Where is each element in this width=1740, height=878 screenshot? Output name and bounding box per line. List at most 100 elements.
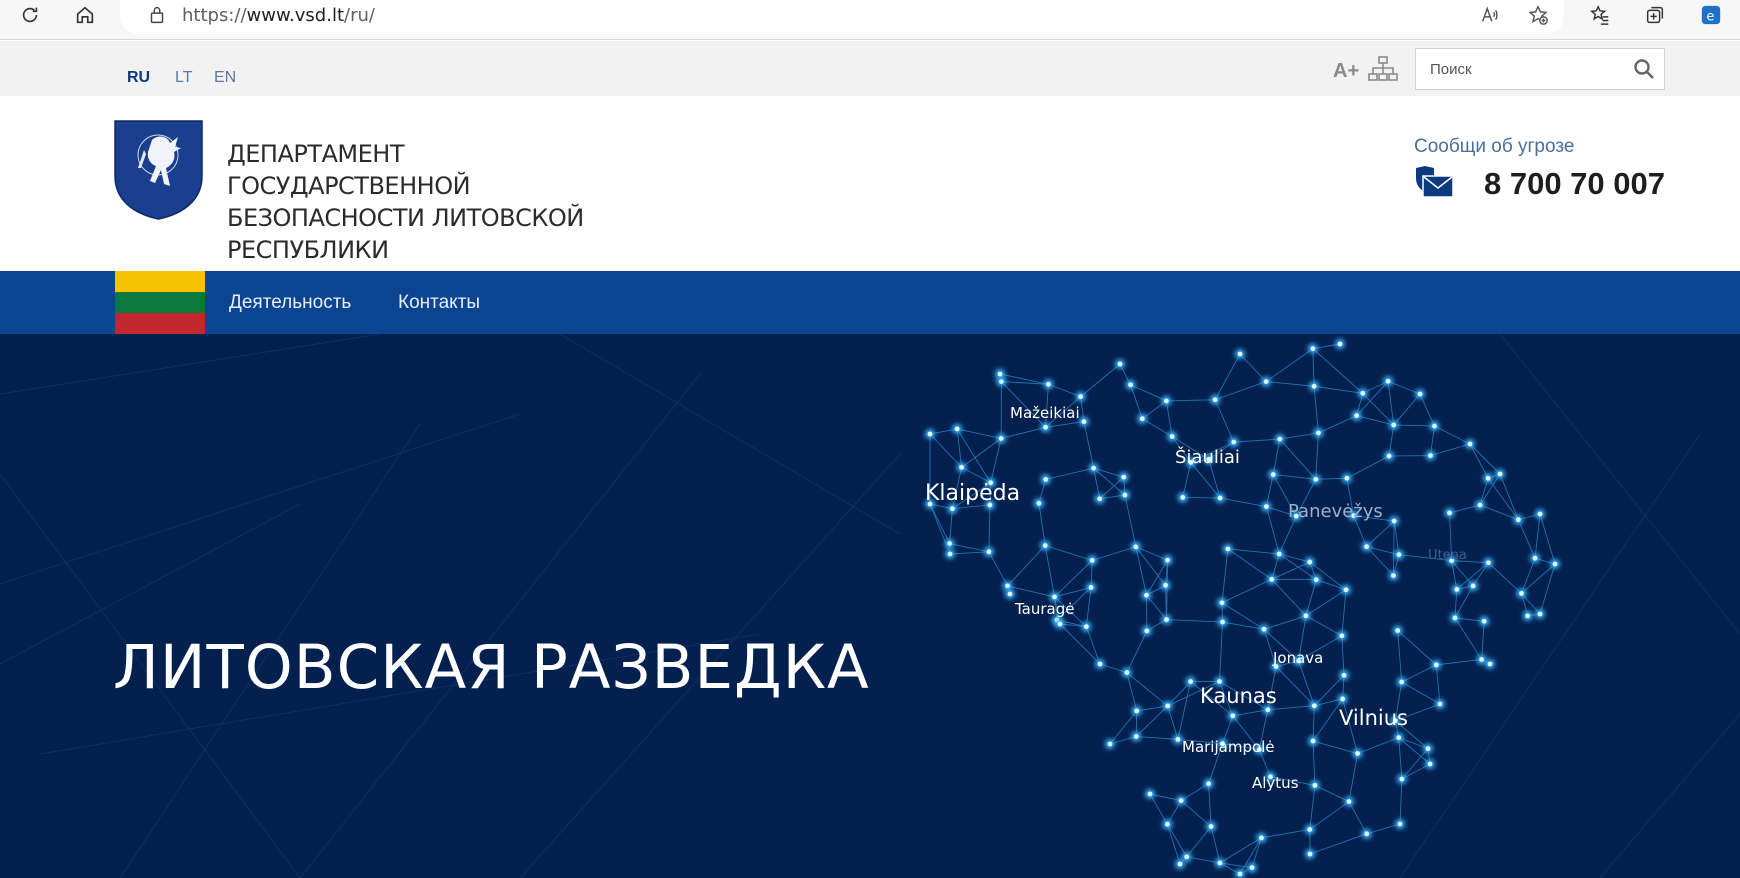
map-node bbox=[1177, 861, 1183, 867]
map-node bbox=[1303, 613, 1309, 619]
lithuania-flag-icon bbox=[115, 271, 205, 334]
read-aloud-icon[interactable] bbox=[1475, 0, 1505, 30]
map-node bbox=[1078, 394, 1084, 400]
map-link bbox=[1126, 672, 1169, 707]
nav-item-activity[interactable]: Деятельность bbox=[229, 292, 351, 314]
map-link bbox=[1393, 520, 1400, 555]
map-link bbox=[1346, 455, 1390, 479]
map-node bbox=[1454, 587, 1460, 592]
browser-toolbar: https://www.vsd.lt/ru/ e bbox=[0, 0, 1740, 40]
map-link bbox=[1305, 615, 1343, 637]
city-label: Klaipėda bbox=[925, 481, 1021, 506]
svg-text:e: e bbox=[1706, 10, 1714, 25]
map-link bbox=[1309, 785, 1316, 830]
map-node bbox=[1225, 546, 1231, 552]
map-node bbox=[1307, 851, 1313, 857]
favorites-icon[interactable] bbox=[1585, 0, 1615, 30]
map-link bbox=[1165, 400, 1173, 437]
report-threat-label[interactable]: Сообщи об угрозе bbox=[1414, 136, 1574, 158]
map-link bbox=[1142, 418, 1173, 437]
map-node bbox=[1052, 594, 1057, 600]
map-node bbox=[949, 506, 955, 512]
map-link bbox=[1166, 823, 1188, 858]
map-node bbox=[1263, 379, 1269, 385]
sitemap-icon[interactable] bbox=[1367, 55, 1399, 83]
map-link bbox=[1435, 664, 1441, 705]
map-node bbox=[1417, 391, 1423, 397]
search-icon[interactable] bbox=[1632, 57, 1656, 81]
lang-lt[interactable]: LT bbox=[175, 69, 192, 87]
map-node bbox=[1117, 361, 1123, 367]
organization-name[interactable]: ДЕПАРТАМЕНТ ГОСУДАРСТВЕННОЙ БЕЗОПАСНОСТИ… bbox=[227, 138, 647, 266]
map-node bbox=[1313, 577, 1319, 583]
map-link bbox=[929, 433, 962, 468]
search-input[interactable] bbox=[1416, 49, 1616, 89]
map-node bbox=[1133, 544, 1139, 550]
hotline-phone[interactable]: 8 700 70 007 bbox=[1484, 166, 1665, 202]
map-link bbox=[1215, 381, 1267, 401]
map-node bbox=[1124, 670, 1130, 675]
map-link bbox=[1488, 562, 1522, 594]
vsd-emblem-icon[interactable] bbox=[114, 120, 203, 220]
map-node bbox=[1147, 791, 1153, 797]
lang-ru[interactable]: RU bbox=[127, 69, 150, 87]
site-header: ДЕПАРТАМЕНТ ГОСУДАРСТВЕННОЙ БЕЗОПАСНОСТИ… bbox=[0, 96, 1740, 271]
city-label: Tauragė bbox=[1015, 600, 1075, 618]
lang-en[interactable]: EN bbox=[214, 69, 236, 87]
address-bar[interactable]: https://www.vsd.lt/ru/ bbox=[120, 0, 1564, 34]
url-text: https://www.vsd.lt/ru/ bbox=[182, 5, 375, 26]
map-link bbox=[1314, 784, 1350, 802]
map-node bbox=[1395, 628, 1401, 633]
edge-icon[interactable]: e bbox=[1696, 0, 1726, 30]
map-link bbox=[1265, 506, 1280, 555]
map-node bbox=[1497, 471, 1503, 477]
map-link bbox=[1399, 778, 1403, 825]
map-node bbox=[997, 371, 1003, 377]
map-link bbox=[1044, 545, 1055, 597]
map-node bbox=[1470, 583, 1476, 589]
map-node bbox=[1005, 583, 1010, 589]
map-node bbox=[1133, 734, 1139, 739]
map-node bbox=[1128, 382, 1133, 388]
map-node bbox=[998, 436, 1004, 441]
map-node bbox=[1276, 551, 1282, 557]
map-node bbox=[1396, 552, 1402, 558]
add-favorite-icon[interactable] bbox=[1523, 0, 1553, 30]
map-link bbox=[1469, 443, 1489, 479]
map-node bbox=[1447, 510, 1452, 516]
refresh-icon[interactable] bbox=[15, 0, 45, 30]
city-label: Marijampolė bbox=[1182, 738, 1275, 756]
map-link bbox=[1214, 399, 1235, 443]
svg-text:A+: A+ bbox=[1333, 60, 1359, 82]
map-node bbox=[1479, 657, 1485, 662]
lock-icon[interactable] bbox=[142, 0, 172, 30]
map-node bbox=[1525, 613, 1531, 619]
map-link bbox=[1419, 393, 1435, 427]
map-link bbox=[949, 508, 953, 544]
map-node bbox=[1487, 661, 1493, 667]
map-link bbox=[1182, 496, 1221, 499]
map-link bbox=[1521, 558, 1536, 594]
font-size-icon[interactable]: A+ bbox=[1331, 55, 1359, 83]
map-node bbox=[1519, 591, 1524, 596]
map-link bbox=[949, 551, 989, 555]
map-node bbox=[1364, 831, 1370, 837]
map-link bbox=[1481, 621, 1485, 660]
map-node bbox=[1230, 713, 1236, 719]
home-icon[interactable] bbox=[70, 0, 100, 30]
map-link bbox=[1092, 546, 1136, 561]
map-node bbox=[1164, 821, 1170, 827]
map-node bbox=[1212, 397, 1218, 403]
map-link bbox=[1393, 424, 1435, 427]
map-link bbox=[1279, 432, 1319, 440]
map-node bbox=[1399, 776, 1405, 782]
map-node bbox=[1355, 751, 1360, 756]
city-label: Vilnius bbox=[1339, 706, 1408, 730]
map-node bbox=[1164, 617, 1169, 622]
map-link bbox=[929, 503, 950, 544]
map-node bbox=[1188, 679, 1194, 684]
collections-icon[interactable] bbox=[1640, 0, 1670, 30]
map-link bbox=[1083, 421, 1095, 469]
nav-item-contacts[interactable]: Контакты bbox=[398, 292, 480, 314]
map-link bbox=[1309, 833, 1367, 855]
